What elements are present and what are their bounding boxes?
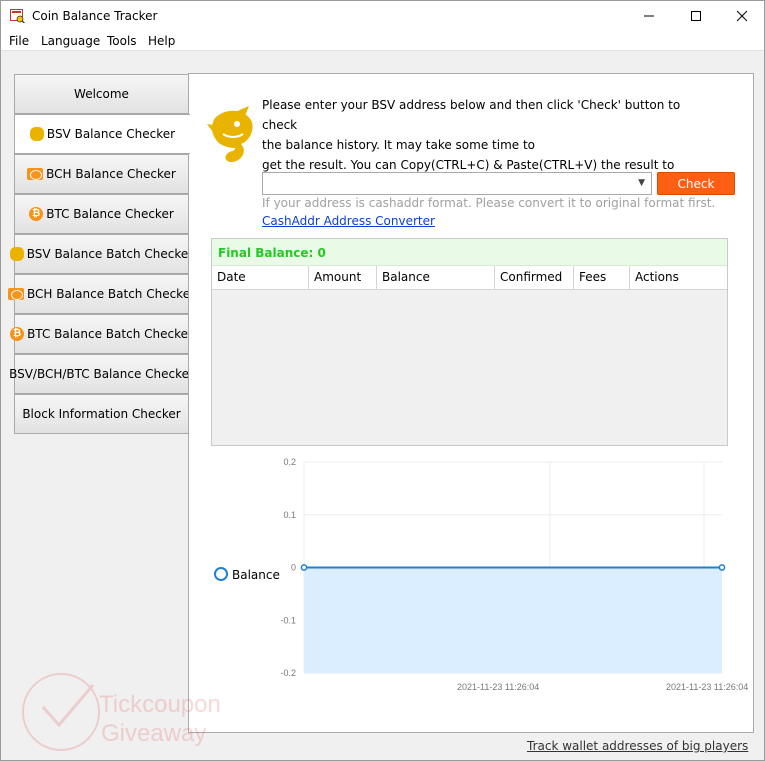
legend-marker (214, 567, 228, 581)
title-bar: Coin Balance Tracker (1, 1, 764, 31)
bch-icon (7, 288, 24, 300)
y-tick-label: 0 (291, 563, 296, 573)
sidebar-item-label: Block Information Checker (22, 407, 181, 421)
y-tick-label: -0.2 (280, 668, 296, 678)
maximize-icon (691, 11, 701, 21)
sidebar-item-welcome[interactable]: Welcome (14, 74, 189, 114)
chart-plot: 0.2 0.1 0 -0.1 -0.2 2021-11-23 11:26:04 2021-1… (214, 457, 748, 692)
data-point (300, 564, 308, 571)
data-point (718, 564, 726, 571)
window-title: Coin Balance Tracker (32, 9, 158, 23)
minimize-icon (644, 15, 654, 17)
menu-bar: File Language Tools Help (1, 31, 764, 51)
menu-file[interactable]: File (9, 34, 29, 48)
sidebar-item-block-information-checker[interactable]: Block Information Checker (14, 394, 189, 434)
maximize-button[interactable] (673, 1, 719, 31)
y-tick-label: -0.1 (280, 615, 296, 625)
check-button[interactable]: Check (657, 172, 735, 195)
minimize-button[interactable] (626, 1, 672, 31)
sidebar-item-bsv-batch-checker[interactable]: BSV Balance Batch Checker (9, 234, 193, 274)
sidebar-item-label: Welcome (74, 87, 129, 101)
sidebar-item-label: BTC Balance Batch Checker (27, 327, 193, 341)
sidebar-item-bch-balance-checker[interactable]: BCH Balance Checker (14, 154, 189, 194)
column-header-amount[interactable]: Amount (309, 266, 377, 290)
btc-icon (10, 327, 25, 341)
bsv-icon (9, 247, 24, 261)
balance-chart: 0.2 0.1 0 -0.1 -0.2 2021-11-23 11:26:04 2021-1… (189, 449, 753, 734)
menu-language[interactable]: Language (41, 34, 100, 48)
sidebar-item-bch-batch-checker[interactable]: BCH Balance Batch Checker (7, 274, 195, 314)
instruction-line: Please enter your BSV address below and … (262, 98, 681, 132)
cashaddr-hint: If your address is cashaddr format. Plea… (262, 196, 716, 210)
instruction-line: the balance history. It may take some ti… (262, 138, 536, 152)
address-combobox[interactable]: ▼ (262, 172, 652, 195)
bsv-icon (29, 127, 44, 141)
bch-icon (27, 168, 44, 180)
column-header-fees[interactable]: Fees (574, 266, 630, 290)
x-tick-label: 2021-11-23 11:26:04 (666, 682, 748, 692)
bsv-dragon-logo-icon (207, 106, 253, 163)
cashaddr-converter-link[interactable]: CashAddr Address Converter (262, 214, 435, 228)
app-window: Coin Balance Tracker File Language Tools… (0, 0, 765, 761)
sidebar-item-label: BTC Balance Checker (46, 207, 174, 221)
x-tick-label: 2021-11-23 11:26:04 (457, 682, 539, 692)
sidebar-item-btc-balance-checker[interactable]: BTC Balance Checker (14, 194, 189, 234)
balance-history-grid[interactable]: Final Balance: 0 Date Amount Balance Con… (211, 238, 728, 446)
menu-tools[interactable]: Tools (107, 34, 137, 48)
menu-help[interactable]: Help (148, 34, 175, 48)
sidebar-item-label: BCH Balance Batch Checker (26, 287, 196, 301)
track-big-players-link[interactable]: Track wallet addresses of big players (527, 739, 748, 753)
btc-icon (29, 207, 44, 221)
y-tick-label: 0.1 (283, 510, 296, 520)
chevron-down-icon[interactable]: ▼ (638, 178, 645, 188)
sidebar-item-multi-balance-checker[interactable]: BSV/BCH/BTC Balance Checker (9, 354, 194, 394)
sidebar-item-label: BSV/BCH/BTC Balance Checker (9, 367, 194, 381)
final-balance-bar: Final Balance: 0 (212, 239, 727, 266)
legend-label: Balance (232, 568, 280, 582)
column-header-actions[interactable]: Actions (630, 266, 727, 290)
sidebar-item-label: BCH Balance Checker (46, 167, 176, 181)
y-tick-label: 0.2 (283, 457, 296, 467)
column-header-balance[interactable]: Balance (377, 266, 495, 290)
column-header-date[interactable]: Date (212, 266, 309, 290)
sidebar-item-bsv-balance-checker[interactable]: BSV Balance Checker (14, 114, 190, 154)
final-balance: Final Balance: 0 (218, 246, 326, 260)
close-button[interactable] (719, 1, 765, 31)
close-icon (736, 10, 748, 22)
series-area-balance (304, 567, 722, 673)
column-header-confirmed[interactable]: Confirmed (495, 266, 574, 290)
app-logo-icon (10, 9, 25, 23)
sidebar-item-btc-batch-checker[interactable]: BTC Balance Batch Checker (10, 314, 193, 354)
sidebar-item-label: BSV Balance Batch Checker (26, 247, 194, 261)
sidebar-item-label: BSV Balance Checker (46, 127, 176, 141)
grid-header: Date Amount Balance Confirmed Fees Actio… (212, 266, 727, 290)
bsv-checker-panel: Please enter your BSV address below and … (188, 73, 754, 733)
